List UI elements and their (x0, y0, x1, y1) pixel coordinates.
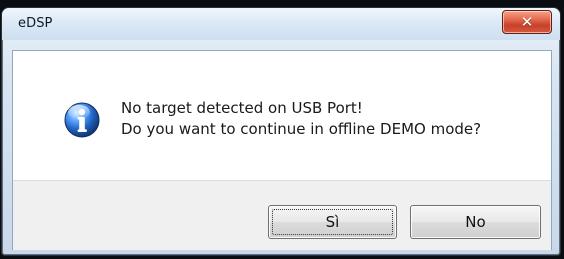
window-title: eDSP (18, 16, 53, 31)
dialog-message: No target detected on USB Port! Do you w… (121, 98, 541, 140)
no-button-label: No (465, 213, 486, 231)
dialog-client-area: No target detected on USB Port! Do you w… (12, 50, 552, 250)
dialog-button-bar: Sì No (13, 180, 551, 250)
close-icon: ✕ (520, 12, 534, 31)
title-bar[interactable]: eDSP ✕ (2, 8, 560, 40)
yes-button-label: Sì (325, 213, 340, 231)
dialog-content: No target detected on USB Port! Do you w… (13, 51, 551, 180)
message-line-2: Do you want to continue in offline DEMO … (121, 120, 482, 138)
yes-button[interactable]: Sì (268, 205, 397, 239)
close-button[interactable]: ✕ (502, 10, 552, 34)
info-icon (64, 102, 100, 138)
no-button[interactable]: No (410, 205, 541, 239)
message-line-1: No target detected on USB Port! (121, 99, 363, 117)
message-box-window: eDSP ✕ No target detected on USB Port! D… (2, 8, 560, 255)
